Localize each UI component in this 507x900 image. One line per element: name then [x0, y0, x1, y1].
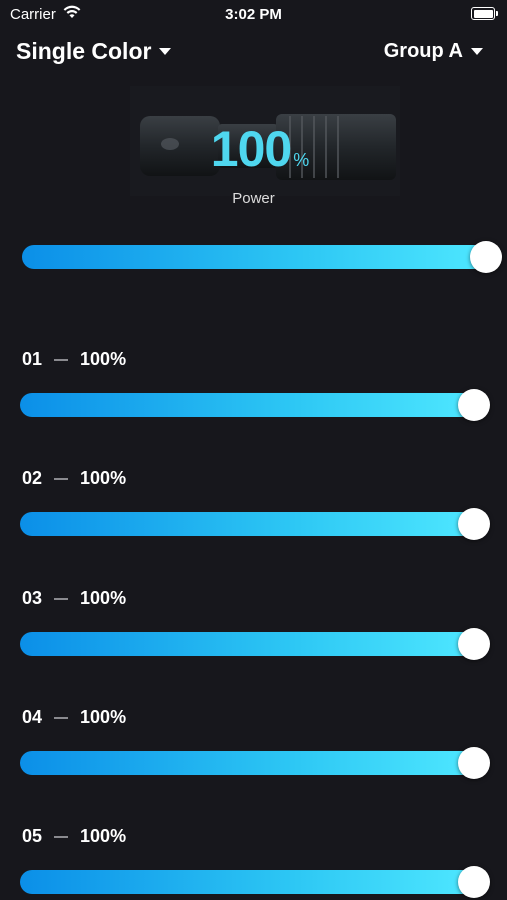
- channel-03-label: 03 100%: [22, 588, 126, 609]
- power-unit: %: [293, 150, 310, 170]
- channel-slider-thumb[interactable]: [458, 628, 490, 660]
- channel-slider-thumb[interactable]: [458, 389, 490, 421]
- power-number: 100: [210, 121, 292, 177]
- channel-value: 100%: [80, 468, 127, 488]
- channel-05-slider[interactable]: [20, 866, 490, 898]
- channel-05-label: 05 100%: [22, 826, 126, 847]
- channel-slider-thumb[interactable]: [458, 508, 490, 540]
- group-label: Group A: [383, 40, 463, 62]
- mode-selector[interactable]: Single Color: [16, 38, 172, 65]
- channel-id: 03: [22, 588, 43, 608]
- chevron-down-icon: [159, 48, 172, 55]
- header: Single Color Group A: [0, 38, 507, 68]
- channel-01-label: 01 100%: [22, 349, 126, 370]
- channel-04-slider[interactable]: [20, 747, 490, 779]
- chevron-down-icon: [471, 48, 483, 55]
- channel-slider-thumb[interactable]: [458, 747, 490, 779]
- battery-icon: [471, 7, 498, 20]
- dash-divider: [54, 597, 69, 600]
- channel-slider-thumb[interactable]: [458, 866, 490, 898]
- dash-divider: [54, 477, 69, 480]
- power-value: 100%: [110, 120, 410, 178]
- channel-02-slider[interactable]: [20, 508, 490, 540]
- dash-divider: [54, 358, 69, 361]
- channel-value: 100%: [80, 707, 127, 727]
- status-time: 3:02 PM: [225, 6, 282, 23]
- mode-label: Single Color: [16, 38, 152, 64]
- power-slider[interactable]: [22, 241, 502, 273]
- channel-value: 100%: [80, 349, 127, 369]
- power-caption: Power: [232, 190, 275, 207]
- status-bar: Carrier 3:02 PM: [0, 0, 507, 30]
- dash-divider: [54, 716, 69, 719]
- channel-id: 04: [22, 707, 43, 727]
- channel-id: 02: [22, 468, 43, 488]
- power-slider-thumb[interactable]: [470, 241, 502, 273]
- group-selector[interactable]: Group A: [384, 40, 483, 63]
- channel-id: 01: [22, 349, 43, 369]
- channel-01-slider[interactable]: [20, 389, 490, 421]
- channel-03-slider[interactable]: [20, 628, 490, 660]
- channel-id: 05: [22, 826, 43, 846]
- channel-02-label: 02 100%: [22, 468, 126, 489]
- channel-value: 100%: [80, 826, 127, 846]
- channel-value: 100%: [80, 588, 127, 608]
- dash-divider: [54, 835, 69, 838]
- channel-04-label: 04 100%: [22, 707, 126, 728]
- power-display: 100%: [110, 78, 410, 198]
